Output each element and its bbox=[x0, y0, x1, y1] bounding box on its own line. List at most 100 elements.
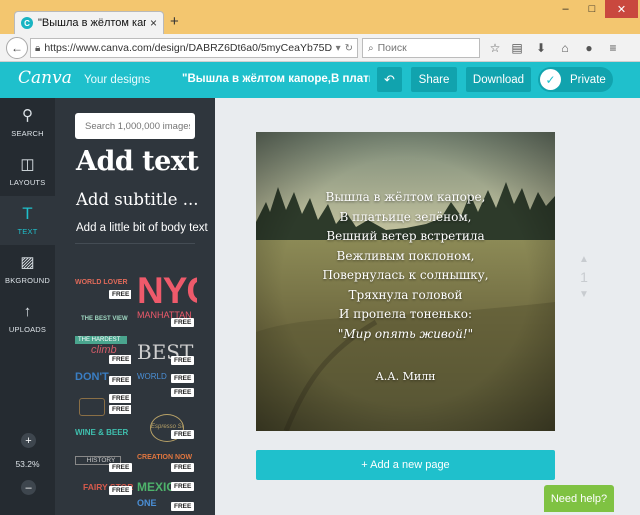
free-badge: FREE bbox=[171, 374, 195, 383]
private-toggle[interactable]: ✓ Private bbox=[538, 67, 613, 92]
search-icon: ⌕ bbox=[368, 42, 374, 54]
text-combo-mexico[interactable]: MEXICO ONE FREE FREE bbox=[137, 478, 197, 514]
add-heading-button[interactable]: Add text bbox=[76, 146, 199, 177]
free-badge: FREE bbox=[109, 290, 131, 299]
browser-tab[interactable]: C "Вышла в жёлтом капоре × bbox=[14, 11, 164, 34]
add-page-button[interactable]: + Add a new page bbox=[256, 450, 555, 480]
free-badge: FREE bbox=[109, 376, 131, 385]
reading-list-icon[interactable]: ▤ bbox=[509, 40, 525, 56]
design-page[interactable]: Вышла в жёлтом капоре, В платьице зелёно… bbox=[256, 132, 555, 431]
private-label: Private bbox=[570, 73, 606, 86]
poem-line: Вышла в жёлтом капоре, bbox=[325, 190, 486, 204]
text-combo-hardest-climb[interactable]: THE HARDEST climb FREE bbox=[75, 334, 131, 366]
free-badge: FREE bbox=[109, 394, 131, 403]
zoom-out-button[interactable]: – bbox=[21, 480, 36, 495]
text-combo-nyc[interactable]: NYC MANHATTAN FREE bbox=[137, 272, 197, 332]
text-combo-world[interactable]: WORLD FREE FREE bbox=[137, 370, 197, 400]
address-bar[interactable]: 🔒︎ https://www.canva.com/design/DABRZ6Dt… bbox=[30, 38, 358, 58]
text-combo-wine-beer[interactable]: WINE & BEER bbox=[75, 424, 133, 450]
workspace: Вышла в жёлтом капоре, В платьице зелёно… bbox=[215, 98, 640, 515]
poem-line: Тряхнула головой bbox=[348, 287, 463, 302]
text-panel: Add text Add subtitle ... Add a little b… bbox=[55, 98, 215, 515]
menu-icon[interactable]: ≡ bbox=[605, 40, 621, 56]
bookmark-star-icon[interactable]: ☆ bbox=[487, 40, 503, 56]
text-combo-fairy-story[interactable]: FAIRY STORY FREE bbox=[75, 478, 133, 514]
browser-search-input[interactable] bbox=[377, 42, 468, 54]
canva-favicon-icon: C bbox=[21, 17, 33, 29]
your-designs-link[interactable]: Your designs bbox=[84, 74, 150, 86]
window-maximize-button[interactable]: □ bbox=[579, 0, 605, 18]
sidebar-item-label: SEARCH bbox=[11, 129, 44, 138]
add-subheading-button[interactable]: Add subtitle ... bbox=[76, 190, 199, 209]
chat-icon[interactable]: ● bbox=[581, 40, 597, 56]
window-minimize-button[interactable]: – bbox=[552, 0, 579, 18]
sidebar-item-text[interactable]: T TEXT bbox=[0, 196, 55, 245]
page-up-icon[interactable]: ▲ bbox=[579, 254, 589, 265]
text-combo-creation[interactable]: CREATION NOW FREE bbox=[137, 452, 197, 476]
free-badge: FREE bbox=[109, 486, 133, 495]
page-number: 1 bbox=[580, 269, 588, 285]
home-icon[interactable]: ⌂ bbox=[557, 40, 573, 56]
browser-search-box[interactable]: ⌕ bbox=[362, 38, 480, 58]
zoom-in-button[interactable]: + bbox=[21, 433, 36, 448]
lock-icon: 🔒︎ bbox=[35, 42, 41, 54]
text-combo-world-lover[interactable]: WORLD LOVER FREE bbox=[75, 264, 131, 302]
free-badge: FREE bbox=[171, 463, 195, 472]
url-text[interactable]: https://www.canva.com/design/DABRZ6Dt6a0… bbox=[44, 42, 331, 54]
text-combo-dont[interactable]: DON'T FREE bbox=[75, 368, 131, 390]
design-title[interactable]: "Вышла в жёлтом капоре,В платьице bbox=[182, 73, 370, 85]
text-combo-best-view[interactable]: THE BEST VIEW bbox=[75, 306, 131, 332]
free-badge: FREE bbox=[171, 356, 195, 365]
poem-text[interactable]: Вышла в жёлтом капоре, В платьице зелёно… bbox=[256, 188, 555, 344]
new-tab-button[interactable]: + bbox=[170, 13, 179, 30]
tab-title: "Вышла в жёлтом капоре bbox=[38, 17, 146, 29]
window-close-button[interactable]: ✕ bbox=[605, 0, 638, 18]
download-button[interactable]: Download bbox=[466, 67, 531, 92]
text-combo-history[interactable]: HISTORY FREE bbox=[75, 452, 133, 476]
poem-line: В платьице зелёном, bbox=[339, 209, 472, 224]
sidebar-item-layouts[interactable]: ◫ LAYOUTS bbox=[0, 147, 55, 196]
canva-header: Canva Your designs "Вышла в жёлтом капор… bbox=[0, 62, 640, 98]
poem-line: И пропела тоненько: bbox=[338, 307, 473, 321]
combo-text: WORLD LOVER bbox=[75, 279, 128, 286]
back-arrow-icon: ← bbox=[11, 41, 23, 55]
page-down-icon[interactable]: ▼ bbox=[579, 289, 589, 300]
canva-logo[interactable]: Canva bbox=[18, 68, 72, 88]
text-combos-grid: WORLD LOVER FREE THE BEST VIEW THE HARDE… bbox=[75, 264, 197, 515]
background-icon: ▨ bbox=[20, 254, 35, 271]
page-navigator: ▲ 1 ▼ bbox=[576, 254, 592, 300]
checkmark-icon: ✓ bbox=[540, 69, 561, 90]
back-button[interactable]: ← bbox=[6, 37, 28, 59]
text-icon: T bbox=[22, 204, 33, 223]
poem-author[interactable]: А.А. Милн bbox=[256, 370, 555, 383]
text-combo-ornament[interactable]: FREE FREE bbox=[75, 392, 131, 422]
url-dropdown-icon[interactable]: ▾ bbox=[336, 43, 341, 54]
poem-line: Повернулась к солнышку, bbox=[322, 268, 489, 282]
reload-icon[interactable]: ↻ bbox=[345, 43, 353, 54]
image-search-box[interactable] bbox=[75, 113, 195, 139]
free-badge: FREE bbox=[171, 430, 195, 439]
poem-line: "Мир опять живой!" bbox=[337, 326, 474, 341]
sidebar-item-background[interactable]: ▨ BKGROUND bbox=[0, 245, 55, 294]
browser-navbar: ← 🔒︎ https://www.canva.com/design/DABRZ6… bbox=[0, 34, 640, 62]
combo-text: NYC bbox=[137, 272, 197, 311]
image-search-input[interactable] bbox=[85, 120, 190, 132]
sidebar-item-uploads[interactable]: ↑ UPLOADS bbox=[0, 294, 55, 343]
undo-button[interactable]: ↶ bbox=[377, 67, 402, 92]
download-arrow-icon[interactable]: ⬇ bbox=[533, 40, 549, 56]
combo-text: CREATION NOW bbox=[137, 454, 193, 461]
sidebar-item-label: TEXT bbox=[17, 227, 38, 236]
combo-text: THE BEST VIEW bbox=[81, 316, 128, 322]
sidebar-item-label: BKGROUND bbox=[5, 276, 50, 285]
share-button[interactable]: Share bbox=[411, 67, 457, 92]
need-help-button[interactable]: Need help? bbox=[544, 485, 614, 512]
free-badge: FREE bbox=[171, 482, 195, 491]
tab-close-icon[interactable]: × bbox=[150, 16, 157, 30]
poem-line: Вежливым поклоном, bbox=[336, 248, 475, 263]
text-combo-best[interactable]: BEST FREE bbox=[137, 336, 197, 368]
free-badge: FREE bbox=[171, 318, 195, 327]
sidebar-item-search[interactable]: ⚲ SEARCH bbox=[0, 98, 55, 147]
text-combo-espresso[interactable]: Espresso Shot FREE bbox=[137, 414, 197, 444]
add-body-text-button[interactable]: Add a little bit of body text bbox=[76, 222, 208, 234]
poem-line: Вешний ветер встретила bbox=[326, 229, 485, 243]
